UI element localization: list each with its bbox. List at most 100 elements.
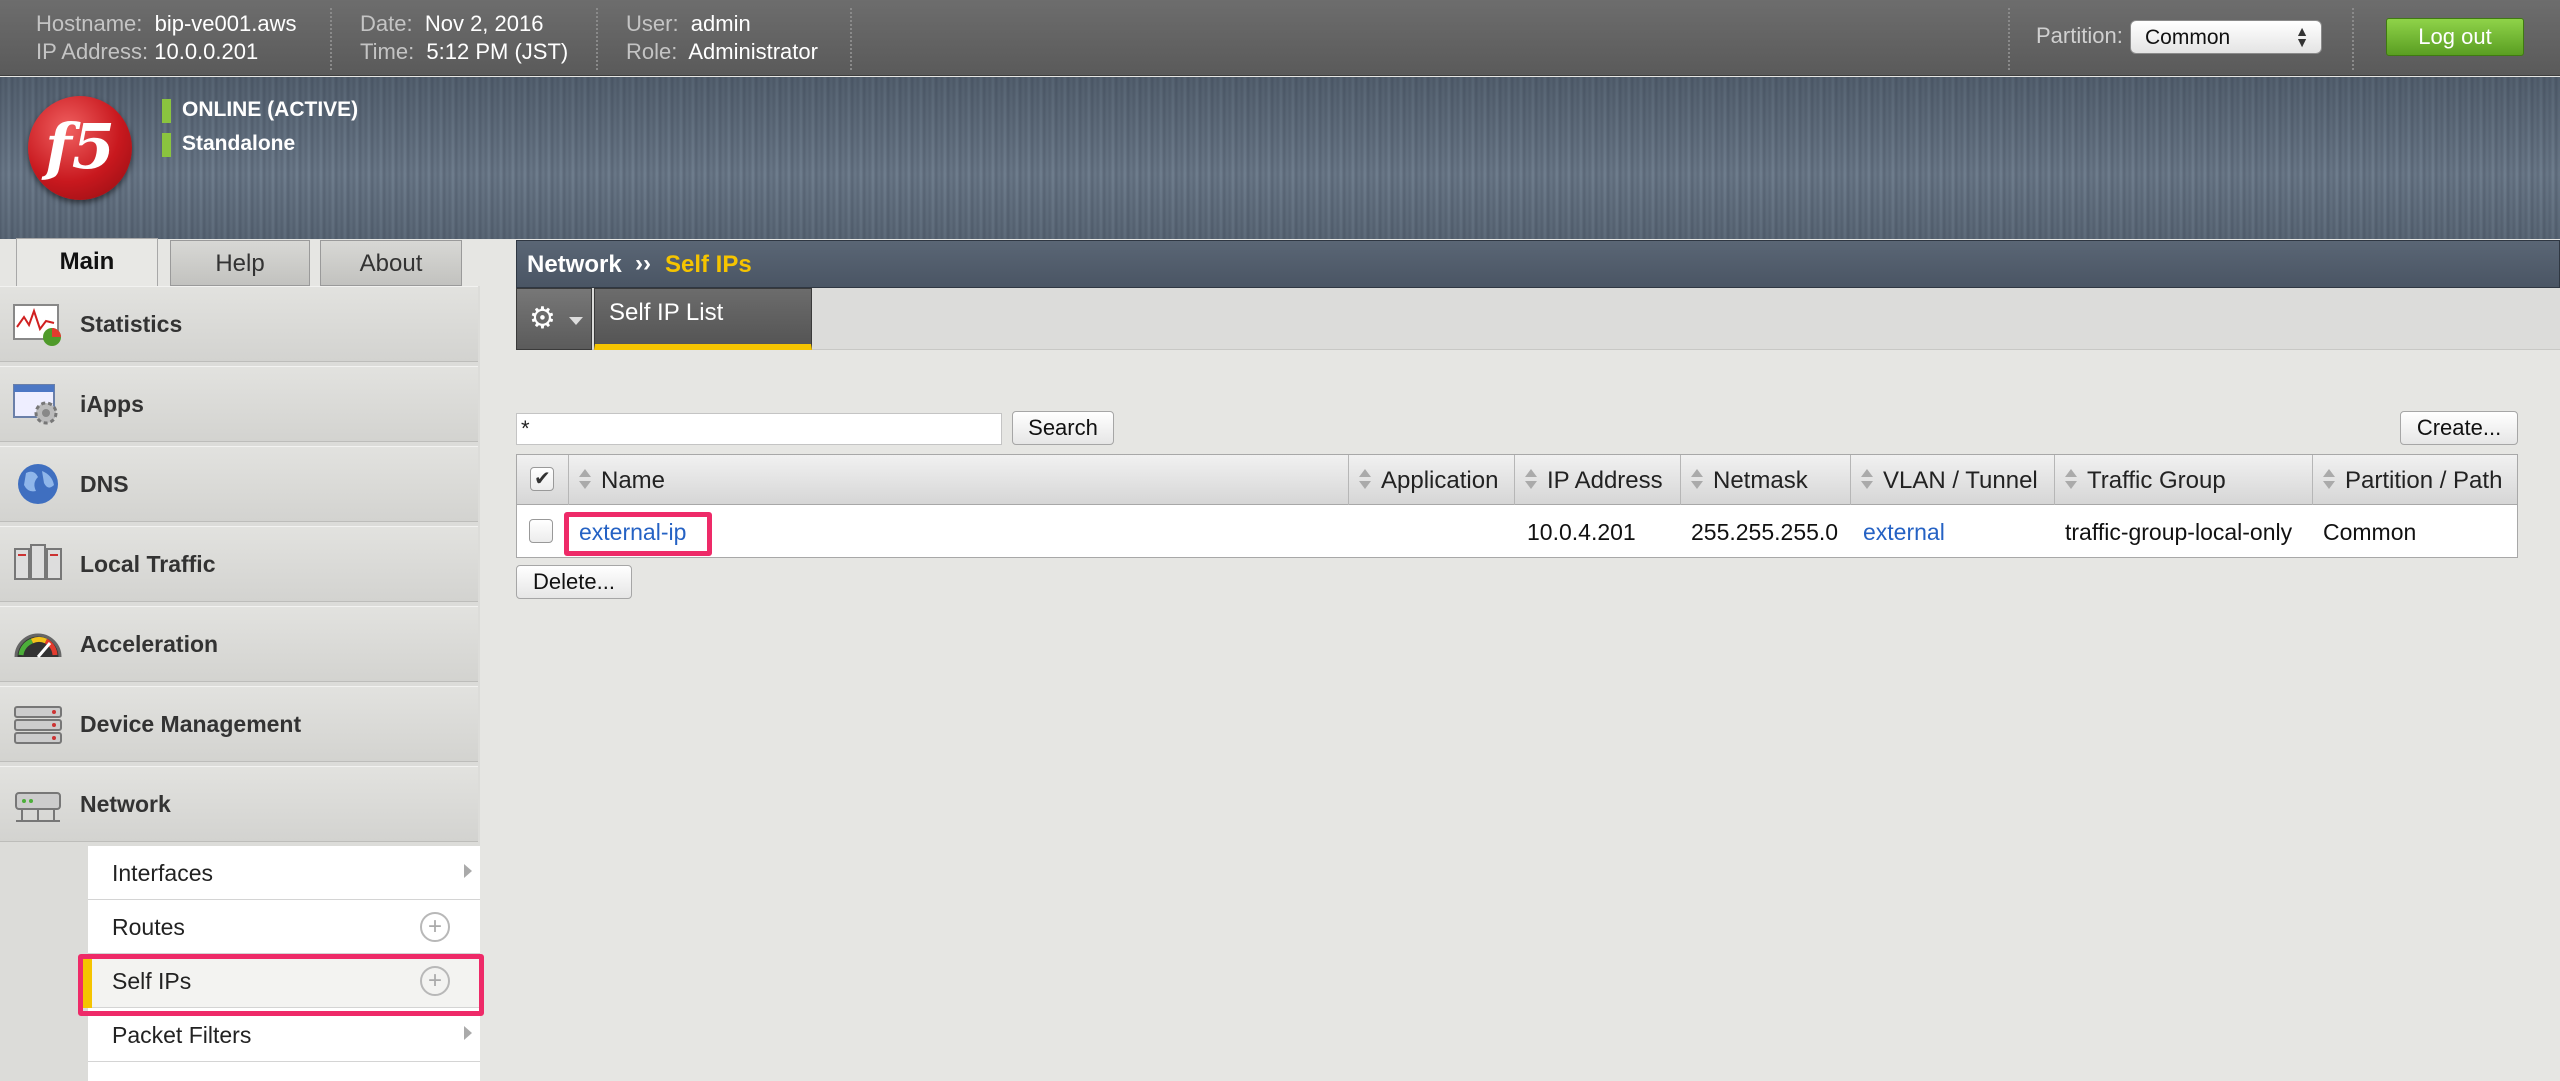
- user-value: admin: [690, 11, 751, 36]
- user-label: User:: [626, 11, 679, 36]
- options-menu-button[interactable]: ⚙: [516, 288, 592, 350]
- sidebar-item-dns[interactable]: DNS: [0, 446, 478, 522]
- tab-main[interactable]: Main: [16, 238, 158, 286]
- subtab-bar: [516, 288, 2560, 350]
- hostname-label: Hostname:: [36, 11, 143, 36]
- top-status-bar: Hostname: bip-ve001.aws IP Address: 10.0…: [0, 0, 2560, 76]
- column-header-ip-address[interactable]: IP Address: [1515, 455, 1681, 505]
- divider: [330, 8, 332, 70]
- status-online: ONLINE (ACTIVE): [162, 98, 358, 123]
- f5-logo[interactable]: f5: [28, 96, 132, 200]
- submenu-item-label: Routes: [112, 914, 185, 940]
- sort-icon: [1359, 469, 1371, 491]
- acceleration-gauge-icon: [14, 633, 62, 658]
- breadcrumb-current: Self IPs: [665, 251, 752, 278]
- user-info: User: admin Role: Administrator: [626, 10, 818, 66]
- hostname-value: bip-ve001.aws: [154, 11, 297, 36]
- sidebar-item-label: iApps: [80, 391, 144, 417]
- select-all-checkbox[interactable]: [530, 466, 554, 491]
- highlight-external-ip: [564, 512, 712, 556]
- dns-globe-icon: [18, 464, 58, 504]
- sort-icon: [1525, 469, 1537, 491]
- role-value: Administrator: [688, 39, 818, 64]
- add-route-plus-icon[interactable]: +: [420, 912, 450, 942]
- sidebar-item-local-traffic[interactable]: Local Traffic: [0, 526, 478, 602]
- time-value: 5:12 PM (JST): [426, 39, 569, 64]
- sort-icon: [1861, 469, 1873, 491]
- sort-icon: [1691, 469, 1703, 491]
- row-checkbox[interactable]: [529, 519, 553, 543]
- device-management-icon: [14, 706, 62, 744]
- partition-selected-value: Common: [2145, 26, 2231, 49]
- sidebar-item-label: Statistics: [80, 311, 183, 337]
- sidebar-item-label: Local Traffic: [80, 551, 216, 577]
- tab-help[interactable]: Help: [170, 240, 310, 286]
- gear-icon: ⚙: [529, 302, 556, 335]
- network-icon: [15, 792, 61, 822]
- chevron-right-icon[interactable]: [464, 1026, 472, 1040]
- ip-label: IP Address:: [36, 39, 149, 64]
- column-header-name[interactable]: Name: [569, 455, 1349, 505]
- vlan-link[interactable]: external: [1863, 519, 1945, 546]
- time-label: Time:: [360, 39, 415, 64]
- table-header: Name Application IP Address Netmask VLAN…: [517, 455, 2517, 505]
- sidebar-item-label: Network: [80, 791, 171, 817]
- column-header-vlan-tunnel[interactable]: VLAN / Tunnel: [1851, 455, 2055, 505]
- statistics-icon: [13, 304, 61, 346]
- column-header-partition-path[interactable]: Partition / Path: [2313, 455, 2517, 505]
- sidebar-item-acceleration[interactable]: Acceleration: [0, 606, 478, 682]
- caret-down-icon: [569, 317, 583, 325]
- self-ip-table: Name Application IP Address Netmask VLAN…: [516, 454, 2518, 558]
- column-header-netmask[interactable]: Netmask: [1681, 455, 1851, 505]
- role-label: Role:: [626, 39, 678, 64]
- submenu-item-label: Packet Filters: [112, 1022, 252, 1048]
- sidebar-item-label: DNS: [80, 471, 129, 497]
- select-arrows-icon: ▲ ▼: [2295, 23, 2309, 50]
- submenu-item-interfaces[interactable]: Interfaces: [88, 846, 480, 900]
- submenu-item-packet-filters[interactable]: Packet Filters: [88, 1008, 480, 1062]
- partition-label: Partition:: [2036, 23, 2123, 48]
- tab-self-ip-list[interactable]: Self IP List: [594, 288, 812, 350]
- breadcrumb: Network ›› Self IPs: [516, 240, 2560, 288]
- cell-traffic-group: traffic-group-local-only: [2065, 519, 2293, 545]
- sort-icon: [2323, 469, 2335, 491]
- status-mode: Standalone: [162, 132, 295, 157]
- iapps-icon: [13, 384, 58, 425]
- sidebar-item-label: Acceleration: [80, 631, 219, 657]
- sort-icon: [2065, 469, 2077, 491]
- cell-ip-address: 10.0.4.201: [1527, 519, 1636, 545]
- logo-text: f5: [45, 110, 115, 183]
- breadcrumb-separator: ››: [635, 250, 651, 277]
- sidebar-item-network[interactable]: Network: [0, 766, 478, 842]
- host-info: Hostname: bip-ve001.aws IP Address: 10.0…: [36, 10, 297, 66]
- logout-button[interactable]: Log out: [2386, 18, 2524, 56]
- submenu-item-routes[interactable]: Routes +: [88, 900, 480, 954]
- column-header-application[interactable]: Application: [1349, 455, 1515, 505]
- date-value: Nov 2, 2016: [424, 11, 544, 36]
- divider: [850, 8, 852, 70]
- sidebar-item-statistics[interactable]: Statistics: [0, 286, 478, 362]
- delete-button[interactable]: Delete...: [516, 565, 632, 599]
- search-button[interactable]: Search: [1012, 411, 1114, 445]
- partition-select[interactable]: Common ▲ ▼: [2130, 20, 2322, 54]
- submenu-item-label: Interfaces: [112, 860, 213, 886]
- date-info: Date: Nov 2, 2016 Time: 5:12 PM (JST): [360, 10, 568, 66]
- ip-value: 10.0.0.201: [154, 39, 259, 64]
- local-traffic-icon: [14, 544, 62, 580]
- divider: [596, 8, 598, 70]
- search-input[interactable]: *: [516, 413, 1002, 445]
- date-label: Date:: [360, 11, 413, 36]
- sort-icon: [579, 469, 591, 491]
- sidebar-item-label: Device Management: [80, 711, 302, 737]
- chevron-right-icon[interactable]: [464, 864, 472, 878]
- divider: [2352, 8, 2354, 70]
- cell-partition: Common: [2323, 519, 2417, 545]
- tab-about[interactable]: About: [320, 240, 462, 286]
- cell-netmask: 255.255.255.0: [1691, 519, 1839, 545]
- sidebar-item-iapps[interactable]: iApps: [0, 366, 478, 442]
- column-header-traffic-group[interactable]: Traffic Group: [2055, 455, 2313, 505]
- sidebar-item-device-management[interactable]: Device Management: [0, 686, 478, 762]
- breadcrumb-section[interactable]: Network: [527, 251, 622, 279]
- create-button[interactable]: Create...: [2400, 411, 2518, 445]
- highlight-self-ips: [78, 954, 484, 1016]
